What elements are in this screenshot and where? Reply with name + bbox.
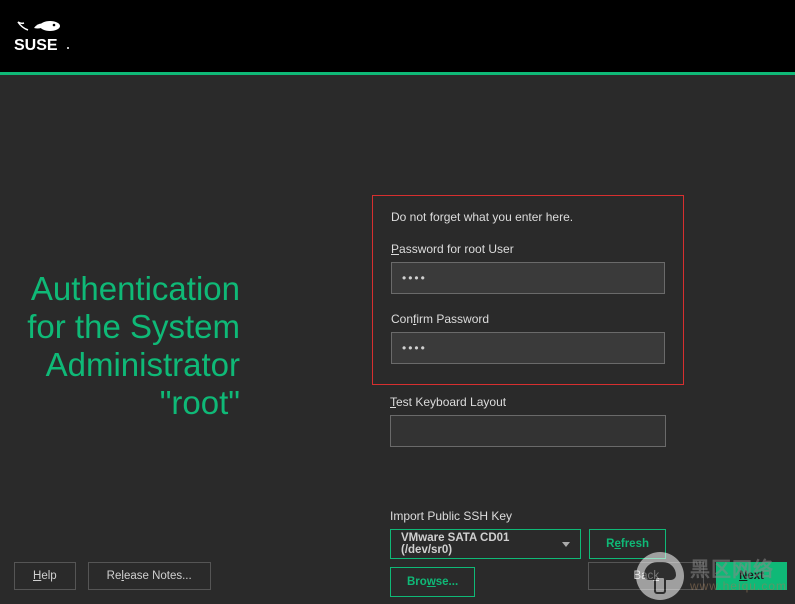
password-hint: Do not forget what you enter here. [391, 210, 665, 224]
test-label: Test Keyboard Layout [390, 395, 666, 409]
test-input[interactable] [390, 415, 666, 447]
ssh-selected-value: VMware SATA CD01 (/dev/sr0) [401, 532, 562, 556]
confirm-label: Confirm Password [391, 312, 665, 326]
form: Do not forget what you enter here. Passw… [372, 195, 684, 597]
ssh-label: Import Public SSH Key [390, 509, 666, 523]
footer: Help Release Notes... Back Next [14, 562, 787, 590]
header: SUSE [0, 0, 795, 72]
help-button[interactable]: Help [14, 562, 76, 590]
back-button[interactable]: Back [588, 562, 704, 590]
chevron-down-icon [562, 542, 570, 547]
confirm-input[interactable] [391, 332, 665, 364]
password-label: Password for root User [391, 242, 665, 256]
page-title: Authentication for the System Administra… [0, 270, 240, 422]
release-notes-button[interactable]: Release Notes... [88, 562, 211, 590]
password-input[interactable] [391, 262, 665, 294]
ssh-select[interactable]: VMware SATA CD01 (/dev/sr0) [390, 529, 581, 559]
main-content: Authentication for the System Administra… [0, 75, 795, 604]
next-button[interactable]: Next [716, 562, 787, 590]
refresh-button[interactable]: Refresh [589, 529, 666, 559]
svg-text:SUSE: SUSE [14, 37, 58, 54]
suse-logo: SUSE [14, 18, 84, 54]
test-group: Test Keyboard Layout [372, 395, 684, 447]
password-group: Do not forget what you enter here. Passw… [372, 195, 684, 385]
